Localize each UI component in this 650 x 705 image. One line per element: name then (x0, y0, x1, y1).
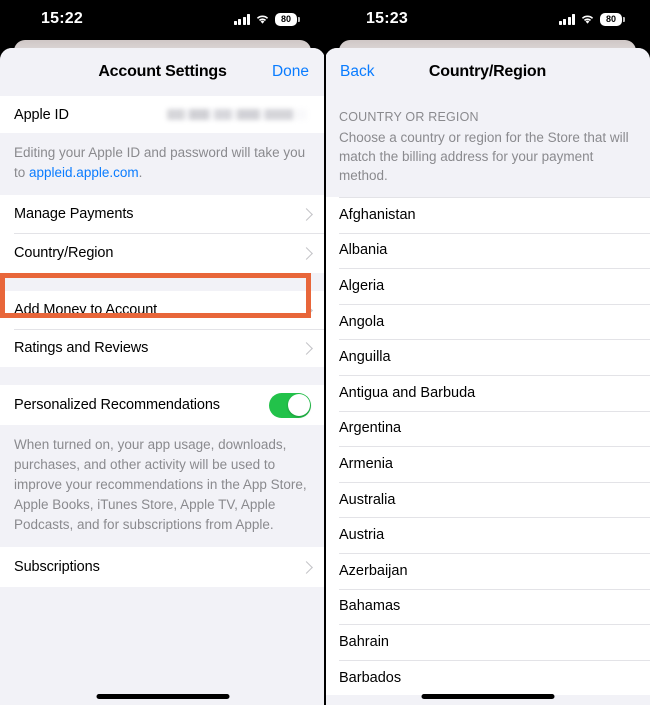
country-name: Anguilla (339, 349, 391, 366)
country-name: Australia (339, 491, 396, 508)
subscriptions-group: Subscriptions (0, 547, 325, 587)
apple-id-value-redacted (167, 109, 307, 120)
apple-id-group: Apple ID (0, 96, 325, 133)
appleid-link[interactable]: appleid.apple.com (29, 165, 139, 180)
country-name: Algeria (339, 277, 385, 294)
done-button[interactable]: Done (272, 63, 309, 81)
page-title: Country/Region (428, 63, 547, 80)
country-name: Bahamas (339, 598, 401, 615)
country-name: Bahrain (339, 633, 389, 650)
country-list-item[interactable]: Albania (325, 232, 650, 269)
left-status-bar: 15:22 80 (0, 0, 325, 40)
country-list-item[interactable]: Angola (325, 303, 650, 340)
left-nav-bar: Account Settings Done (0, 48, 325, 96)
section-gap (0, 273, 325, 291)
payments-group: Manage Payments Country/Region (0, 195, 325, 273)
country-list-item[interactable]: Argentina (325, 410, 650, 447)
cellular-bars-icon (558, 14, 575, 25)
manage-payments-label: Manage Payments (14, 206, 134, 222)
page-title: Account Settings (98, 63, 227, 80)
country-region-label: Country/Region (14, 245, 114, 261)
subscriptions-label: Subscriptions (14, 559, 100, 575)
country-list-item[interactable]: Barbados (325, 659, 650, 696)
status-indicators: 80 (558, 13, 625, 26)
row-ratings-reviews[interactable]: Ratings and Reviews (0, 329, 325, 367)
country-list-item[interactable]: Austria (325, 517, 650, 553)
country-list-item[interactable]: Australia (325, 481, 650, 518)
chevron-right-icon (300, 341, 313, 355)
home-indicator (96, 694, 229, 699)
section-gap (0, 367, 325, 385)
back-button[interactable]: Back (340, 63, 374, 81)
chevron-right-icon (300, 207, 313, 221)
country-name: Afghanistan (339, 206, 416, 223)
country-list-item[interactable]: Afghanistan (325, 197, 650, 233)
country-list-item[interactable]: Armenia (325, 446, 650, 482)
personalized-label: Personalized Recommendations (14, 397, 220, 413)
right-phone-screen: 15:23 80 Back Country/Region COUNTRY OR … (325, 0, 650, 705)
status-time: 15:22 (41, 10, 83, 27)
right-nav-bar: Back Country/Region (325, 48, 650, 96)
row-manage-payments[interactable]: Manage Payments (0, 195, 325, 233)
home-indicator (421, 694, 554, 699)
country-name: Argentina (339, 420, 402, 437)
country-name: Azerbaijan (339, 562, 408, 579)
personalized-group: Personalized Recommendations (0, 385, 325, 425)
personalized-toggle[interactable] (269, 392, 311, 418)
chevron-right-icon (300, 303, 313, 317)
country-name: Armenia (339, 455, 393, 472)
country-list-item[interactable]: Bahamas (325, 588, 650, 625)
battery-icon: 80 (275, 13, 300, 26)
chevron-right-icon (300, 560, 313, 574)
country-list-item[interactable]: Algeria (325, 268, 650, 304)
apple-id-footer: Editing your Apple ID and password will … (0, 133, 325, 195)
country-name: Austria (339, 527, 385, 544)
cellular-bars-icon (233, 14, 250, 25)
ratings-reviews-label: Ratings and Reviews (14, 340, 149, 356)
row-personalized-recommendations[interactable]: Personalized Recommendations (0, 385, 325, 425)
country-region-sheet: Back Country/Region COUNTRY OR REGION Ch… (325, 48, 650, 705)
account-settings-sheet: Account Settings Done Apple ID Editing y… (0, 48, 325, 705)
wifi-icon (255, 14, 270, 25)
panel-divider (324, 0, 326, 705)
battery-icon: 80 (600, 13, 625, 26)
right-status-bar: 15:23 80 (325, 0, 650, 40)
apple-id-label: Apple ID (14, 106, 69, 123)
country-name: Antigua and Barbuda (339, 384, 476, 401)
status-time: 15:23 (366, 10, 408, 27)
row-subscriptions[interactable]: Subscriptions (0, 547, 325, 587)
apple-id-footer-post: . (138, 165, 143, 180)
row-add-money[interactable]: Add Money to Account (0, 291, 325, 329)
account-actions-group: Add Money to Account Ratings and Reviews (0, 291, 325, 367)
row-country-region[interactable]: Country/Region (0, 233, 325, 273)
country-list-item[interactable]: Bahrain (325, 624, 650, 660)
country-list-item[interactable]: Anguilla (325, 339, 650, 375)
wifi-icon (580, 14, 595, 25)
country-name: Albania (339, 242, 388, 259)
left-phone-screen: 15:22 80 Account Settings Done Apple ID (0, 0, 325, 705)
country-name: Barbados (339, 669, 402, 686)
add-money-label: Add Money to Account (14, 302, 158, 318)
row-apple-id[interactable]: Apple ID (0, 96, 325, 133)
country-name: Angola (339, 313, 385, 330)
country-list-item[interactable]: Antigua and Barbuda (325, 374, 650, 411)
status-indicators: 80 (233, 13, 300, 26)
country-section-header: COUNTRY OR REGION (325, 96, 650, 126)
personalized-footer: When turned on, your app usage, download… (0, 425, 325, 547)
country-section-description: Choose a country or region for the Store… (325, 126, 650, 197)
country-list-item[interactable]: Azerbaijan (325, 552, 650, 589)
dual-phone-screenshot: 15:22 80 Account Settings Done Apple ID (0, 0, 650, 705)
chevron-right-icon (300, 246, 313, 260)
toggle-knob (287, 394, 310, 416)
country-list[interactable]: Afghanistan Albania Algeria Angola Anguilla A… (325, 197, 650, 696)
